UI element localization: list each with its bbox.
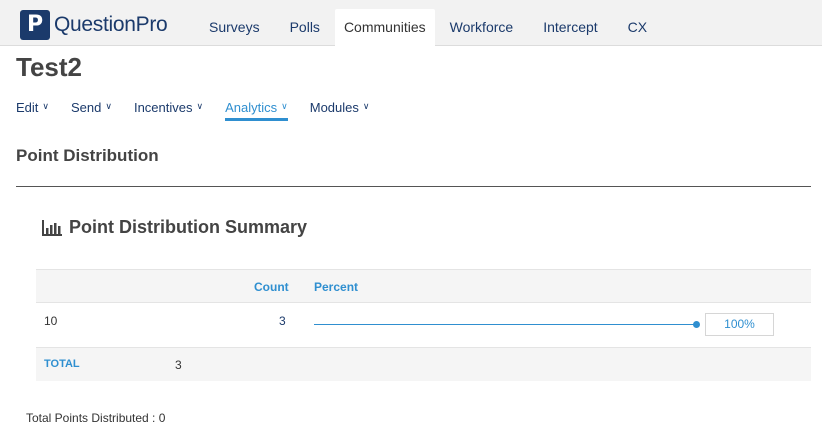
table-row: 10 3 100% — [36, 303, 811, 348]
point-distribution-table: Count Percent 10 3 100% TOTAL 3 — [36, 269, 811, 381]
subnav-edit-label: Edit — [16, 100, 39, 115]
total-value: 3 — [175, 358, 182, 372]
top-nav-tabs: Surveys Polls Communities Workforce Inte… — [194, 0, 662, 46]
logo-text: QuestionPro — [54, 13, 168, 36]
tab-cx[interactable]: CX — [613, 0, 662, 46]
percent-value-badge: 100% — [705, 313, 774, 336]
percent-bar-endpoint — [693, 321, 700, 328]
section-title: Point Distribution — [16, 146, 159, 165]
tab-workforce[interactable]: Workforce — [435, 0, 529, 46]
subnav-incentives-label: Incentives — [133, 100, 193, 115]
sub-navigation: Edit ∨ Send ∨ Incentives ∨ Analytics ∨ Modul… — [16, 100, 391, 121]
summary-title: Point Distribution Summary — [69, 217, 308, 237]
subnav-send-label: Send — [71, 100, 102, 115]
tab-intercept[interactable]: Intercept — [528, 0, 612, 46]
table-total-row: TOTAL 3 — [36, 348, 811, 381]
subnav-modules[interactable]: Modules ∨ — [310, 100, 370, 121]
subnav-incentives[interactable]: Incentives ∨ — [134, 100, 203, 121]
chevron-down-icon: ∨ — [281, 101, 288, 111]
summary-heading: Point Distribution Summary — [42, 217, 307, 238]
percent-bar — [314, 324, 697, 325]
questionpro-logo[interactable]: P QuestionPro — [20, 10, 168, 40]
chevron-down-icon: ∨ — [196, 101, 204, 111]
bar-chart-icon — [42, 219, 62, 236]
column-header-percent[interactable]: Percent — [314, 280, 358, 294]
subnav-send[interactable]: Send ∨ — [71, 100, 112, 121]
subnav-analytics[interactable]: Analytics ∨ — [225, 100, 288, 121]
total-points-note: Total Points Distributed : 0 — [26, 411, 166, 425]
tab-polls[interactable]: Polls — [275, 0, 335, 46]
chevron-down-icon: ∨ — [362, 101, 370, 111]
subnav-edit[interactable]: Edit ∨ — [16, 100, 49, 121]
total-label: TOTAL — [44, 358, 80, 370]
table-header: Count Percent — [36, 269, 811, 303]
column-header-count[interactable]: Count — [254, 280, 289, 294]
chevron-down-icon: ∨ — [42, 101, 49, 111]
tab-surveys[interactable]: Surveys — [194, 0, 275, 46]
row-count: 3 — [279, 314, 286, 328]
subnav-modules-label: Modules — [309, 100, 359, 115]
chevron-down-icon: ∨ — [105, 101, 112, 111]
section-divider — [16, 186, 811, 187]
row-label: 10 — [44, 314, 58, 328]
logo-mark-icon: P — [20, 10, 50, 40]
subnav-analytics-label: Analytics — [225, 100, 278, 115]
top-navigation-bar: P QuestionPro Surveys Polls Communities … — [0, 0, 822, 46]
page-title: Test2 — [16, 52, 82, 82]
tab-communities[interactable]: Communities — [334, 9, 435, 46]
